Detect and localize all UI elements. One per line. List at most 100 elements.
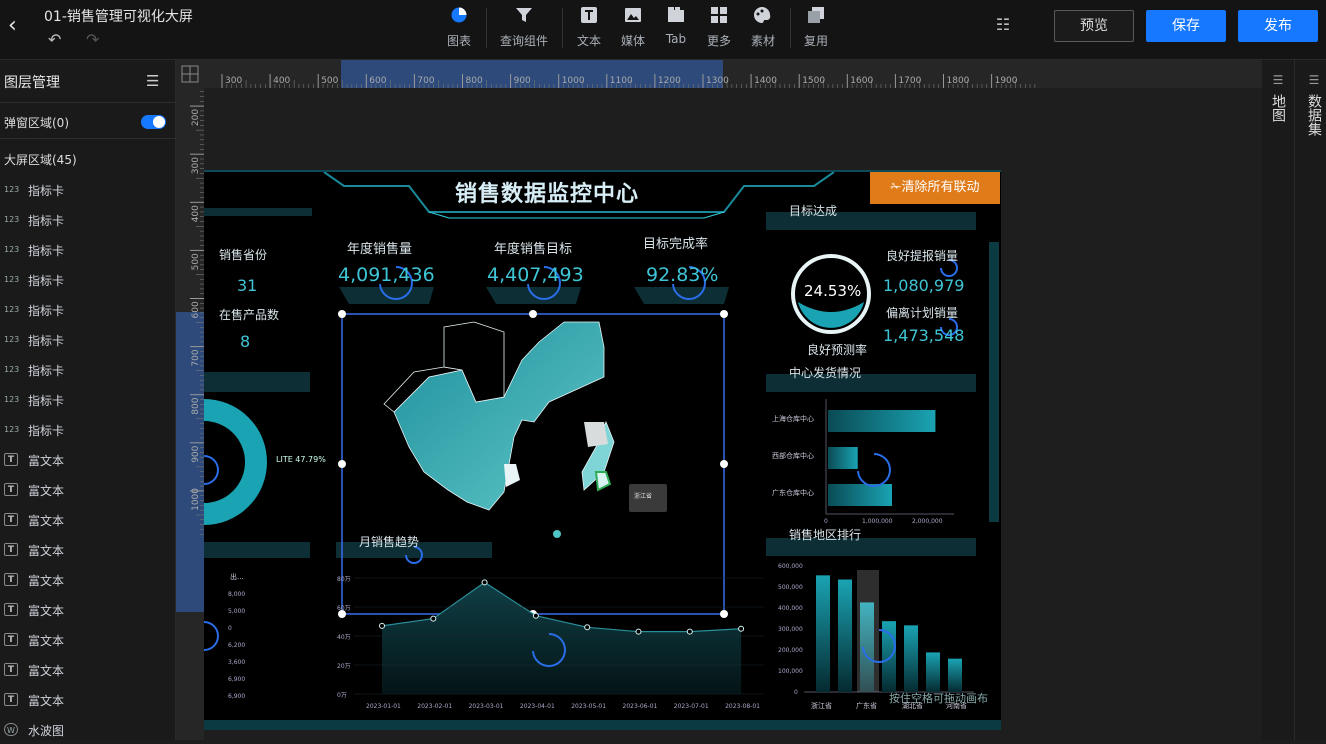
layer-item[interactable]: T 富文本 <box>0 446 176 474</box>
china-map[interactable] <box>383 321 615 538</box>
rich-text-icon: T <box>4 633 18 646</box>
deviation-label: 偏离计划销量 <box>886 306 959 320</box>
text-icon <box>574 6 604 28</box>
toolbar-divider <box>486 8 487 48</box>
ranking-y-tick: 500,000 <box>778 584 803 591</box>
ruler-label: 200 <box>191 109 201 126</box>
funnel-icon <box>498 6 550 28</box>
deviation-value: 1,473,548 <box>883 326 965 345</box>
ranking-y-tick: 0 <box>794 689 798 696</box>
layer-item[interactable]: 123 指标卡 <box>0 386 176 414</box>
map-panel-tab[interactable]: ☰ 地图 <box>1266 72 1290 126</box>
layer-item[interactable]: T 富文本 <box>0 536 176 564</box>
divider <box>1294 60 1295 740</box>
number-card-icon: 123 <box>4 305 20 314</box>
ranking-y-tick: 100,000 <box>778 668 803 675</box>
publish-button[interactable]: 发布 <box>1238 10 1318 42</box>
clear-linkage-button[interactable]: ✁清除所有联动 <box>870 172 1000 204</box>
ruler-label: 1000 <box>191 488 201 511</box>
toolbar-tab-button[interactable]: Tab <box>662 6 690 54</box>
monthly-trend-chart[interactable] <box>354 577 764 695</box>
ranking-x-label: 湖北省 <box>902 702 923 710</box>
warehouse-bar-chart[interactable] <box>828 410 936 506</box>
layer-item[interactable]: T 富文本 <box>0 596 176 624</box>
save-button[interactable]: 保存 <box>1146 10 1226 42</box>
layer-item[interactable]: 123 指标卡 <box>0 416 176 444</box>
kpi-label: 年度销售目标 <box>494 242 573 257</box>
layer-name: 富文本 <box>28 574 65 588</box>
layer-item[interactable]: 123 指标卡 <box>0 206 176 234</box>
dashboard-canvas[interactable] <box>204 170 1001 730</box>
chevron-left-icon[interactable]: ‹ <box>8 14 32 38</box>
toolbar-media-button[interactable]: 媒体 <box>618 6 648 54</box>
layer-name: 富文本 <box>28 664 65 678</box>
trend-x-label: 2023-05-01 <box>571 703 607 710</box>
ranking-x-label: 浙江省 <box>811 702 832 710</box>
number-card-icon: 123 <box>4 395 20 404</box>
toolbar-reuse-button[interactable]: 复用 <box>802 6 830 54</box>
layer-item[interactable]: 123 指标卡 <box>0 176 176 204</box>
layer-item[interactable]: T 富文本 <box>0 686 176 714</box>
layer-item[interactable]: T 富文本 <box>0 656 176 684</box>
layer-name: 指标卡 <box>28 274 65 288</box>
vertical-ruler[interactable]: 1002003004005006007008009001000 <box>176 57 204 740</box>
toolbar-chart-button[interactable]: 图表 <box>442 6 476 54</box>
undo-icon[interactable]: ↶ <box>48 30 61 49</box>
layer-item[interactable]: 123 指标卡 <box>0 326 176 354</box>
layer-item[interactable]: T 富文本 <box>0 506 176 534</box>
palette-icon <box>748 6 778 28</box>
ranking-bar <box>926 652 940 692</box>
ruler-label: 600 <box>369 76 386 86</box>
trend-x-label: 2023-07-01 <box>673 703 709 710</box>
toolbar-query-button[interactable]: 查询组件 <box>498 6 550 54</box>
target-section-title: 目标达成 <box>789 204 838 218</box>
rich-text-icon: T <box>4 693 18 706</box>
warehouse-axis-tick: 2,000,000 <box>912 518 943 525</box>
trend-point <box>430 615 437 622</box>
layer-item[interactable]: T 富文本 <box>0 566 176 594</box>
layer-panel-title: 图层管理 <box>4 75 60 91</box>
toolbar-text-button[interactable]: 文本 <box>574 6 604 54</box>
toolbar-material-button[interactable]: 素材 <box>748 6 778 54</box>
layer-name: 指标卡 <box>28 364 65 378</box>
warehouse-bar <box>828 484 892 506</box>
donut-chart[interactable] <box>204 399 267 525</box>
table-cell: 0 <box>228 625 232 632</box>
layer-name: 富文本 <box>28 544 65 558</box>
layer-item[interactable]: 123 指标卡 <box>0 356 176 384</box>
toolbar-more-button[interactable]: 更多 <box>704 6 734 54</box>
table-cell: 6,900 <box>228 693 246 700</box>
trend-x-label: 2023-06-01 <box>622 703 658 710</box>
ruler-label: 500 <box>191 253 201 270</box>
ruler-label: 1200 <box>658 76 681 86</box>
ruler-label: 1800 <box>947 76 970 86</box>
ruler-label: 400 <box>191 205 201 222</box>
settings-sliders-icon[interactable]: ☷ <box>992 15 1014 37</box>
layer-item[interactable]: 123 指标卡 <box>0 266 176 294</box>
ruler-label: 1000 <box>562 76 585 86</box>
copy-icon <box>802 6 830 28</box>
layer-item[interactable]: T 富文本 <box>0 476 176 504</box>
trend-point <box>738 625 745 632</box>
layer-item[interactable]: T 富文本 <box>0 626 176 654</box>
layer-name: 指标卡 <box>28 244 65 258</box>
dataset-panel-tab[interactable]: ☰ 数据集 <box>1302 72 1326 140</box>
layer-name: 富文本 <box>28 454 65 468</box>
water-wave-icon: W <box>4 723 18 736</box>
horizontal-ruler[interactable]: 300 400 500 600 700 800 900 1000 1100 1200 1300 140… <box>176 60 1262 88</box>
preview-button[interactable]: 预览 <box>1054 10 1134 42</box>
monthly-section-title: 月销售趋势 <box>359 535 420 549</box>
trend-x-label: 2023-08-01 <box>725 703 760 710</box>
layer-name: 富文本 <box>28 484 65 498</box>
popup-area-toggle[interactable] <box>141 115 166 129</box>
redo-icon[interactable]: ↷ <box>86 30 99 49</box>
number-card-icon: 123 <box>4 185 20 194</box>
document-title[interactable]: 01-销售管理可视化大屏 <box>44 6 193 26</box>
layer-item[interactable]: 123 指标卡 <box>0 236 176 264</box>
popup-area-label[interactable]: 弹窗区域(0) <box>4 114 69 131</box>
menu-icon[interactable]: ☰ <box>146 72 159 90</box>
big-screen-area-label[interactable]: 大屏区域(45) <box>4 151 77 168</box>
rich-text-icon: T <box>4 573 18 586</box>
ruler-label: 600 <box>191 301 201 318</box>
layer-item[interactable]: 123 指标卡 <box>0 296 176 324</box>
